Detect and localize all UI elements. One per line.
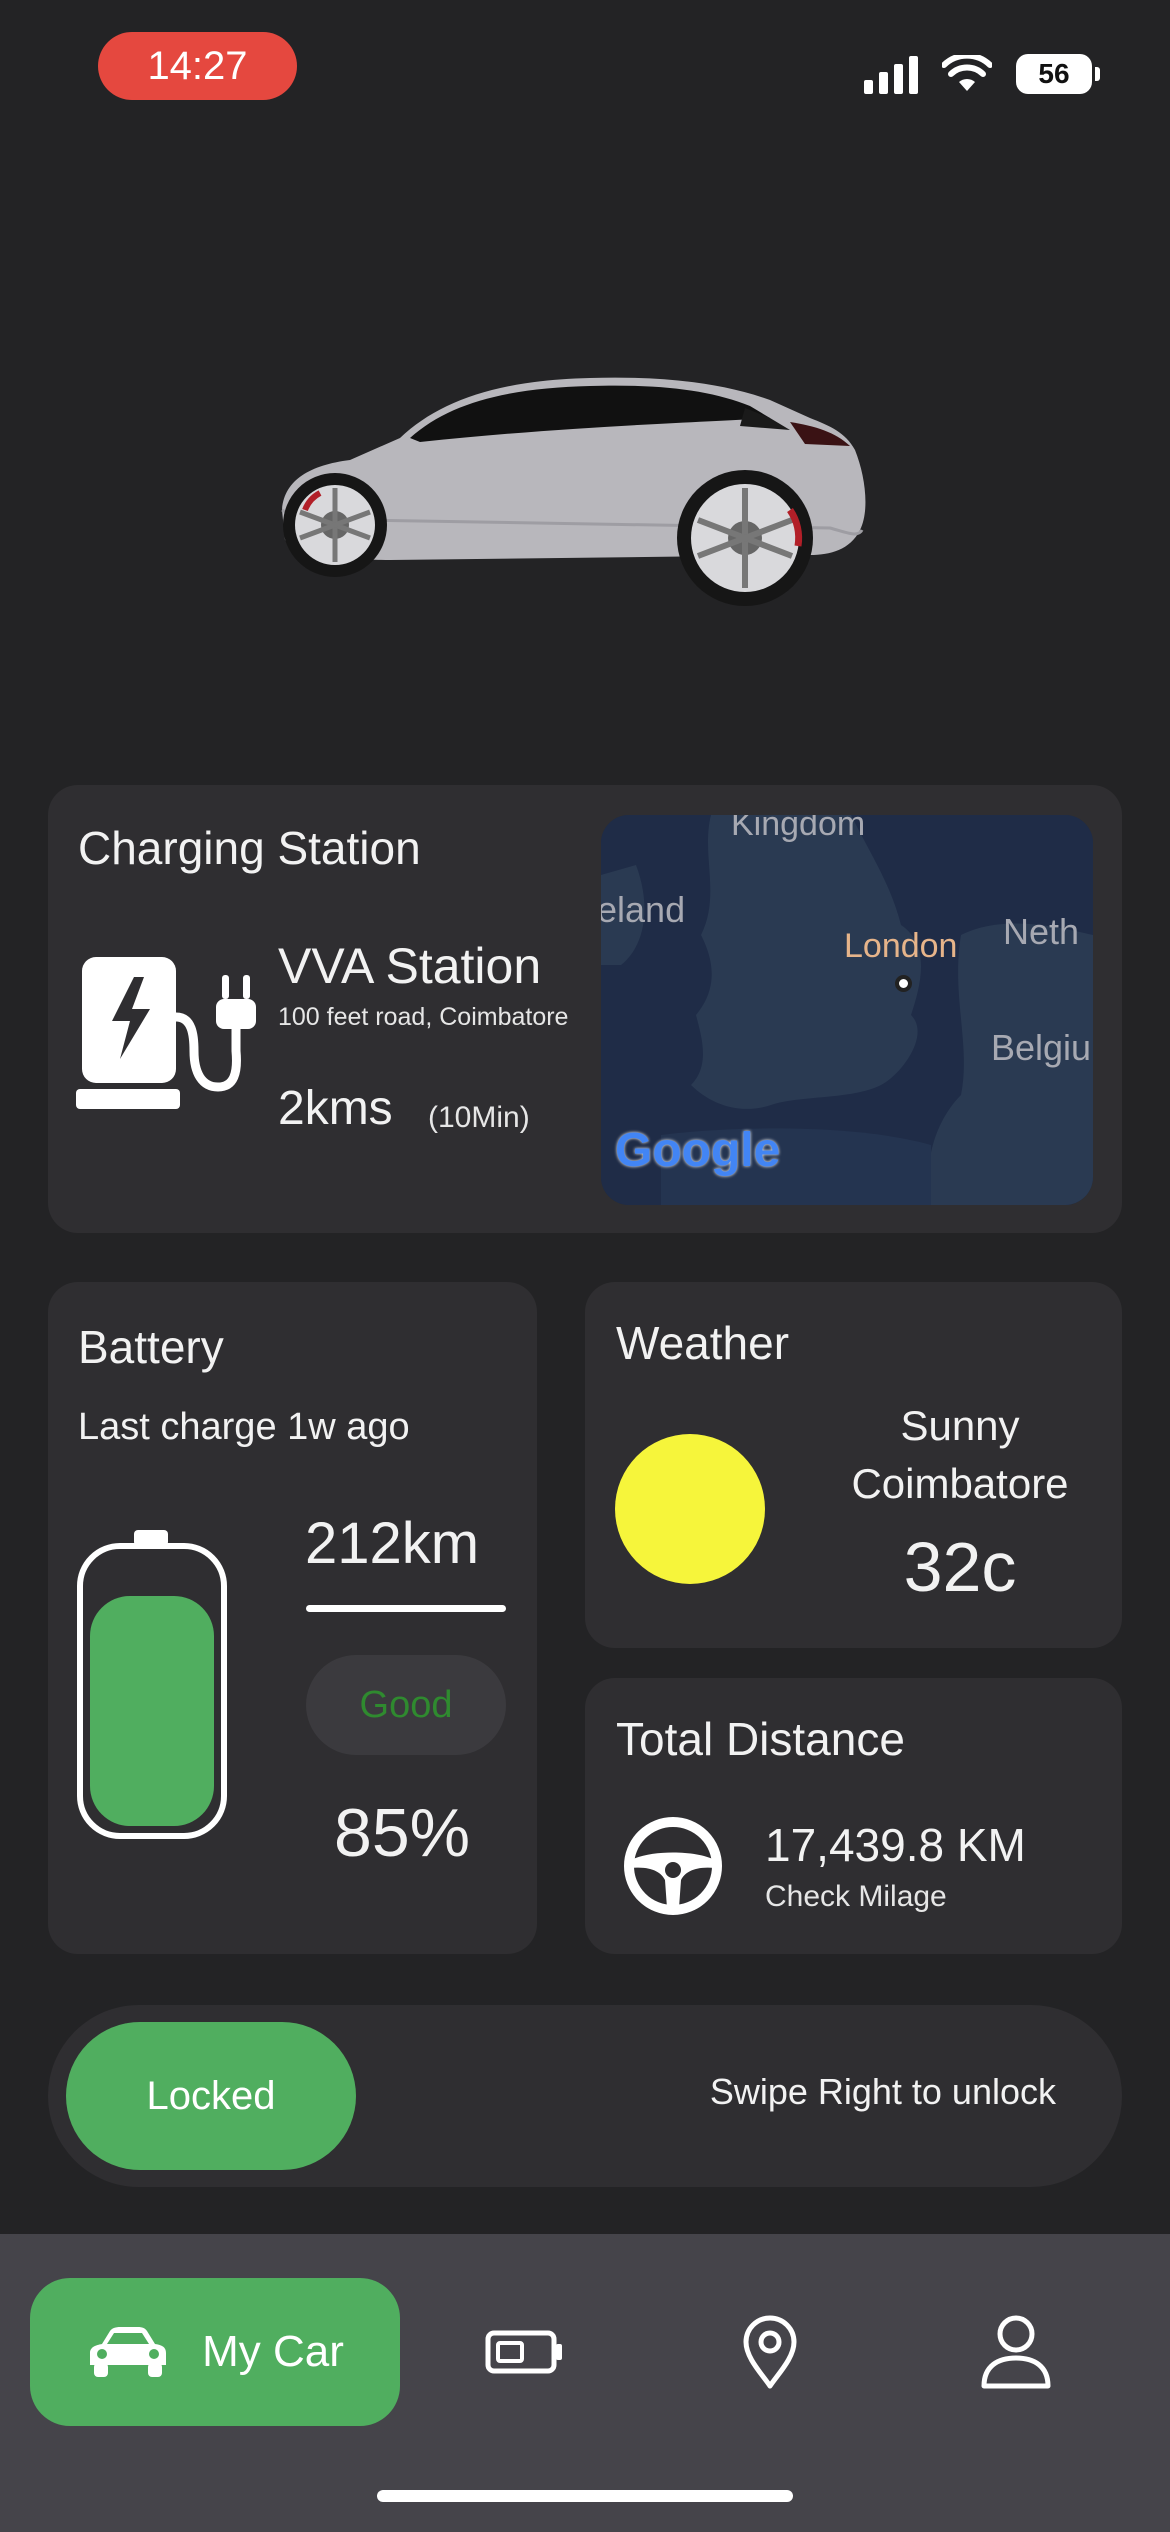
map-label-london: London bbox=[844, 927, 958, 965]
ev-charger-icon bbox=[76, 957, 256, 1109]
check-milage-link[interactable]: Check Milage bbox=[765, 1880, 947, 1914]
map-label-netherlands: Neth bbox=[1003, 911, 1080, 952]
steering-wheel-icon bbox=[624, 1817, 722, 1915]
battery-card[interactable]: Battery Last charge 1w ago 212km Good 85… bbox=[48, 1282, 537, 1954]
battery-range: 212km bbox=[305, 1511, 480, 1576]
wifi-icon bbox=[942, 55, 992, 91]
total-distance-title: Total Distance bbox=[616, 1713, 905, 1765]
charging-station-card[interactable]: Charging Station VVA Station 100 feet ro… bbox=[48, 785, 1122, 1233]
status-icons: 56 bbox=[864, 54, 1100, 94]
weather-title: Weather bbox=[616, 1317, 790, 1369]
weather-card[interactable]: Weather Sunny Coimbatore 32c bbox=[585, 1282, 1122, 1648]
battery-icon bbox=[485, 2330, 562, 2374]
battery-percent: 85% bbox=[334, 1795, 471, 1871]
battery-gauge-fill bbox=[90, 1596, 214, 1826]
nav-my-car-label: My Car bbox=[202, 2327, 344, 2376]
location-pin-icon bbox=[743, 2315, 797, 2389]
station-address: 100 feet road, Coimbatore bbox=[278, 1003, 569, 1031]
map-location-marker[interactable] bbox=[895, 975, 912, 992]
profile-icon bbox=[981, 2315, 1051, 2389]
status-bar: 14:27 56 bbox=[0, 0, 1170, 140]
sun-icon bbox=[615, 1434, 765, 1584]
nav-location[interactable] bbox=[720, 2278, 820, 2426]
map-provider-logo: Google bbox=[615, 1123, 780, 1178]
battery-icon: 56 bbox=[1016, 54, 1100, 94]
battery-title: Battery bbox=[78, 1321, 224, 1373]
station-map[interactable]: Kingdom eland London Neth Belgiu Google bbox=[601, 815, 1093, 1205]
battery-health-badge: Good bbox=[306, 1655, 506, 1755]
signal-icon bbox=[864, 54, 918, 94]
bottom-nav: My Car bbox=[0, 2234, 1170, 2532]
map-label-kingdom: Kingdom bbox=[731, 815, 866, 843]
swipe-hint: Swipe Right to unlock bbox=[709, 2071, 1056, 2112]
station-eta: (10Min) bbox=[428, 1101, 530, 1134]
status-battery-level: 56 bbox=[1038, 58, 1070, 89]
total-distance-value: 17,439.8 KM bbox=[765, 1819, 1026, 1871]
weather-temperature: 32c bbox=[903, 1528, 1017, 1606]
lock-slider-knob[interactable]: Locked bbox=[66, 2022, 356, 2170]
car-image bbox=[281, 377, 866, 606]
map-provider-text: Google bbox=[615, 1124, 781, 1177]
last-charge: Last charge 1w ago bbox=[78, 1406, 410, 1448]
status-time[interactable]: 14:27 bbox=[98, 32, 297, 100]
lock-slider[interactable]: Locked Swipe Right to unlock bbox=[48, 2005, 1122, 2187]
home-indicator[interactable] bbox=[377, 2490, 793, 2502]
nav-profile[interactable] bbox=[966, 2278, 1066, 2426]
weather-condition: Sunny bbox=[900, 1402, 1020, 1449]
weather-city: Coimbatore bbox=[851, 1460, 1069, 1507]
charging-station-title: Charging Station bbox=[78, 822, 421, 874]
station-name: VVA Station bbox=[278, 938, 542, 994]
battery-gauge bbox=[76, 1530, 228, 1840]
map-label-ireland: eland bbox=[601, 889, 686, 930]
range-divider bbox=[306, 1605, 506, 1612]
map-label-belgium: Belgiu bbox=[991, 1027, 1092, 1068]
total-distance-card[interactable]: Total Distance 17,439.8 KM Check Milage bbox=[585, 1678, 1122, 1954]
nav-my-car[interactable]: My Car bbox=[30, 2278, 400, 2426]
nav-battery[interactable] bbox=[470, 2278, 580, 2426]
car-icon bbox=[90, 2327, 167, 2377]
station-distance: 2kms bbox=[278, 1082, 393, 1135]
